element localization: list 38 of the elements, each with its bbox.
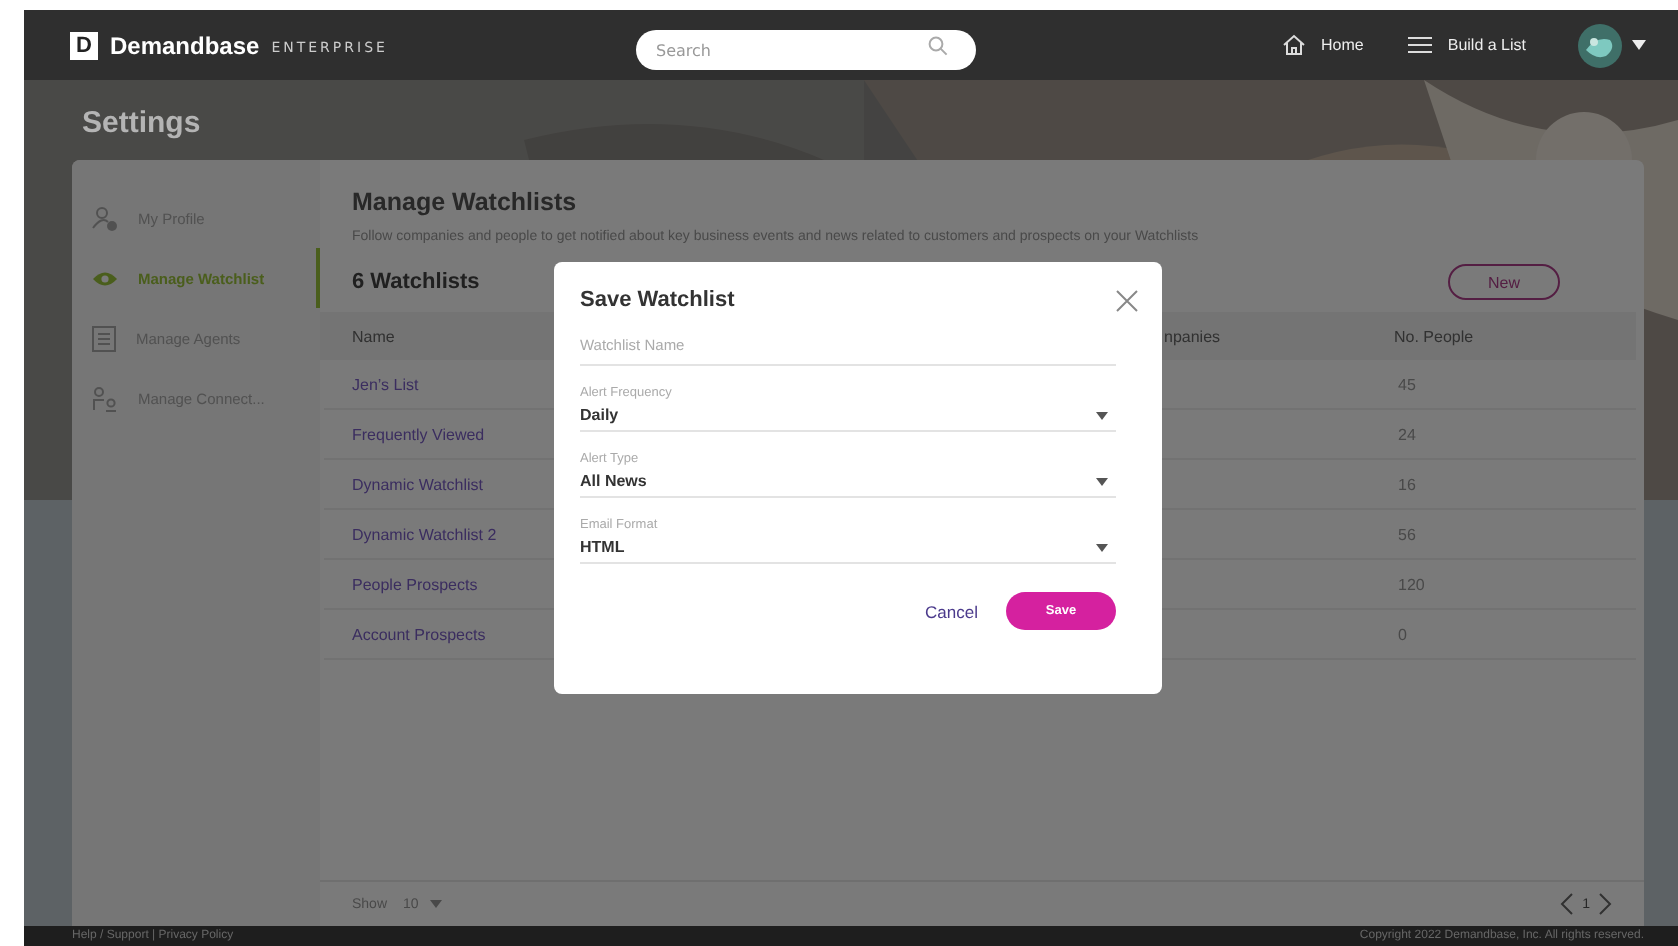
previous-icon[interactable]: [1560, 892, 1575, 916]
watchlist-count: 6 Watchlists: [352, 270, 480, 294]
close-icon[interactable]: [1116, 289, 1138, 311]
brand-name: Demandbase: [110, 31, 260, 59]
caret-icon: [1096, 411, 1108, 419]
caret-icon: [1096, 477, 1108, 485]
caret-icon: [430, 900, 443, 908]
watchlist-link[interactable]: Dynamic Watchlist 2: [324, 525, 497, 543]
watchlist-link[interactable]: People Prospects: [324, 575, 478, 593]
caret-icon[interactable]: [1632, 40, 1646, 50]
search-field[interactable]: Search: [636, 30, 976, 70]
person-icon: [92, 205, 118, 231]
watchlist-link[interactable]: Frequently Viewed: [324, 425, 485, 443]
logo-mark: D: [70, 31, 98, 59]
select-field[interactable]: HTML: [580, 532, 1116, 564]
section-title: Manage Watchlists: [350, 186, 579, 216]
watchlist-link[interactable]: Jen’s List: [324, 375, 419, 393]
avatar[interactable]: [1578, 23, 1622, 67]
column-header: No. People: [1394, 327, 1476, 345]
home-icon: [1281, 34, 1306, 56]
nav-link[interactable]: Home: [1281, 34, 1364, 56]
select-field[interactable]: Daily: [580, 400, 1116, 432]
nav-link[interactable]: Build a List: [1407, 36, 1526, 54]
select-field[interactable]: All News: [580, 466, 1116, 498]
column-header: npanies: [1164, 327, 1223, 345]
next-icon[interactable]: [1598, 892, 1612, 916]
list-icon: [1407, 36, 1432, 54]
caret-icon: [1096, 543, 1108, 551]
watchlist-link[interactable]: Dynamic Watchlist: [324, 475, 483, 493]
people-icon: [92, 385, 118, 411]
watchlist-link[interactable]: Account Prospects: [324, 625, 486, 643]
search-icon: [928, 35, 948, 55]
dialog-title: Save Watchlist: [580, 288, 735, 312]
eye-icon: [92, 269, 118, 287]
page-title: Settings: [80, 104, 203, 144]
document-icon: [92, 325, 116, 351]
cancel-button[interactable]: Cancel: [925, 601, 978, 621]
new-button[interactable]: New: [1448, 264, 1560, 300]
